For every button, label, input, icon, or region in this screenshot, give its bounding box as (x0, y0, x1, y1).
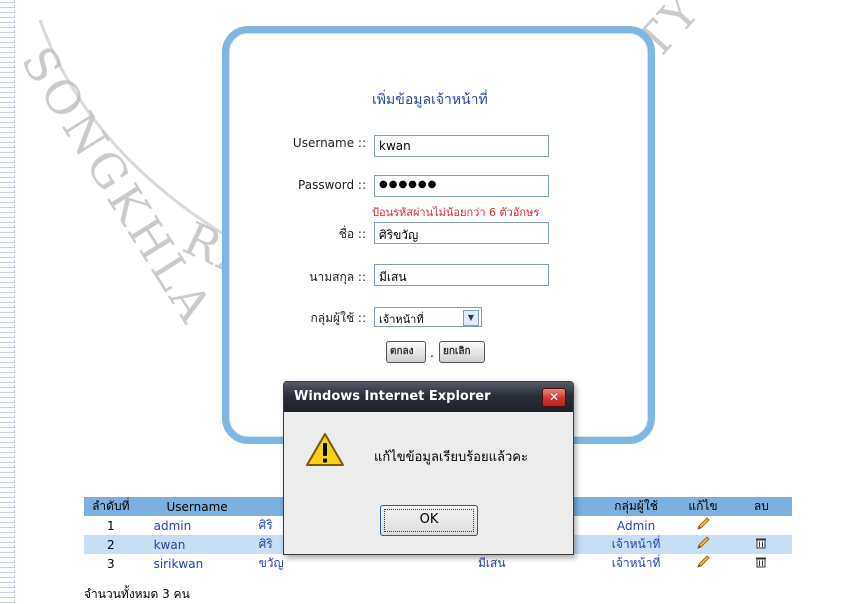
table-row: 3 sirikwan ขวัญ มีเสน เจ้าหน้าที่ (84, 554, 792, 573)
user-group-label: กลุ่มผู้ใช้ :: (310, 311, 366, 325)
row-group: เจ้าหน้าที่ (596, 535, 676, 554)
pencil-icon[interactable] (695, 554, 711, 570)
delete-cell[interactable] (731, 554, 792, 573)
username-input[interactable]: kwan (374, 135, 549, 157)
row-no: 2 (84, 535, 138, 554)
close-button[interactable]: ✕ (542, 388, 566, 407)
trash-icon[interactable] (755, 537, 767, 549)
delete-cell (731, 516, 792, 535)
warning-icon (306, 433, 344, 466)
submit-button[interactable]: ตกลง (386, 341, 426, 363)
pencil-icon[interactable] (695, 516, 711, 532)
user-group-select[interactable]: เจ้าหน้าที่ ▼ (374, 307, 482, 327)
password-hint: ป้อนรหัสผ่านไม่น้อยกว่า 6 ตัวอักษร (372, 206, 540, 219)
password-input[interactable]: ●●●●●● (374, 175, 549, 197)
trash-icon[interactable] (755, 556, 767, 568)
svg-text:SONGKHLA: SONGKHLA (11, 37, 224, 334)
left-dashed-border (0, 0, 15, 603)
user-group-selected: เจ้าหน้าที่ (379, 313, 424, 326)
lastname-input[interactable]: มีเสน (374, 264, 549, 286)
lastname-label: นามสกุล :: (309, 270, 366, 284)
row-username: kwan (137, 535, 257, 554)
dialog-title: Windows Internet Explorer (284, 382, 573, 412)
dialog-message: แก้ไขข้อมูลเรียบร้อยแล้วคะ (374, 450, 528, 465)
ok-button[interactable]: OK (380, 505, 478, 536)
col-delete-header: ลบ (730, 497, 792, 516)
row-username: sirikwan (153, 556, 204, 571)
firstname-input[interactable]: ศิริขวัญ (374, 222, 549, 244)
col-username-header: Username (137, 497, 257, 516)
row-firstname: ขวัญ (258, 556, 284, 570)
username-label: Username :: (292, 136, 366, 150)
row-username: admin (153, 518, 192, 533)
firstname-label: ชื่อ :: (338, 227, 366, 241)
col-edit-header: แก้ไข (675, 497, 731, 516)
form-title: เพิ่มข้อมูลเจ้าหน้าที่ (372, 92, 488, 108)
alert-dialog: Windows Internet Explorer ✕ แก้ไขข้อมูลเ… (283, 381, 574, 555)
chevron-down-icon[interactable]: ▼ (463, 310, 479, 326)
button-separator: . (430, 346, 434, 360)
row-group: เจ้าหน้าที่ (611, 556, 661, 570)
row-lastname: มีเสน (477, 556, 506, 570)
row-no: 3 (106, 556, 115, 571)
cancel-button[interactable]: ยกเลิก (439, 341, 485, 363)
row-group: Admin (616, 518, 656, 533)
col-group-header: กลุ่มผู้ใช้ (596, 497, 676, 516)
edit-cell[interactable] (675, 516, 731, 535)
edit-cell[interactable] (675, 535, 731, 554)
pencil-icon[interactable] (695, 535, 711, 551)
delete-cell[interactable] (730, 535, 792, 554)
focus-ring (384, 509, 474, 532)
col-no-header: ลำดับที่ (84, 497, 138, 516)
row-no: 1 (106, 518, 115, 533)
password-label: Password :: (298, 178, 366, 192)
total-count: จำนวนทั้งหมด 3 คน (84, 587, 190, 601)
edit-cell[interactable] (675, 554, 731, 573)
